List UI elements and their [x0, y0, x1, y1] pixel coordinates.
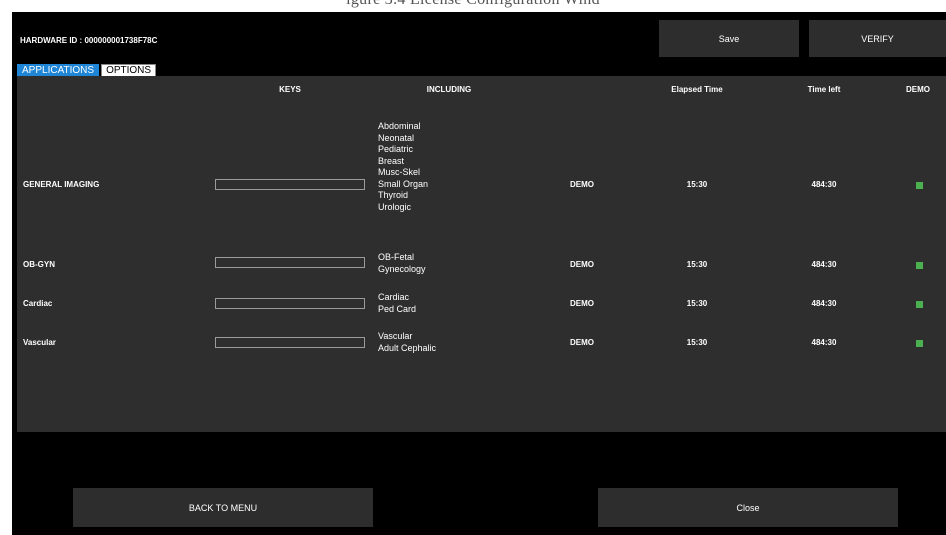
key-input-cardiac[interactable]	[215, 298, 365, 309]
elapsed-time-ob-gyn: 15:30	[686, 260, 708, 269]
column-header-elapsed-time: Elapsed Time	[671, 85, 723, 94]
key-input-vascular[interactable]	[215, 337, 365, 348]
status-vascular: DEMO	[570, 338, 594, 347]
including-item: Neonatal	[378, 132, 415, 143]
time-left-vascular: 484:30	[811, 338, 837, 347]
tab-bar: APPLICATIONS OPTIONS	[17, 64, 158, 76]
including-item: Urologic	[378, 201, 412, 212]
figure-caption: igure 3.4 License Configuration Wind	[0, 0, 946, 12]
including-list-ob-gyn: OB-Fetal Gynecology	[378, 252, 426, 275]
elapsed-time-cardiac: 15:30	[686, 299, 708, 308]
including-list-vascular: Vascular Adult Cephalic	[378, 331, 436, 354]
key-input-ob-gyn[interactable]	[215, 257, 365, 268]
column-header-time-left: Time left	[807, 85, 841, 94]
back-to-menu-button[interactable]: BACK TO MENU	[73, 488, 373, 527]
time-left-general-imaging: 484:30	[811, 180, 837, 189]
status-ob-gyn: DEMO	[570, 260, 594, 269]
including-item: Gynecology	[378, 263, 426, 274]
including-item: Abdominal	[378, 121, 421, 131]
save-button[interactable]: Save	[659, 20, 799, 57]
status-general-imaging: DEMO	[570, 180, 594, 189]
applications-panel: KEYS INCLUDING Elapsed Time Time left DE…	[17, 76, 946, 432]
row-name-ob-gyn: OB-GYN	[23, 260, 55, 269]
including-item: Ped Card	[378, 303, 417, 314]
hardware-id-label: HARDWARE ID : 000000001738F78C	[20, 36, 158, 45]
including-item: Musc-Skel	[378, 167, 421, 177]
column-header-demo: DEMO	[906, 85, 930, 94]
column-header-including: INCLUDING	[426, 85, 472, 94]
license-configuration-window: HARDWARE ID : 000000001738F78C Save VERI…	[12, 12, 946, 535]
figure-caption-text: igure 3.4 License Configuration Wind	[0, 0, 946, 9]
including-item: OB-Fetal	[378, 252, 415, 262]
time-left-cardiac: 484:30	[811, 299, 837, 308]
status-cardiac: DEMO	[570, 299, 594, 308]
time-left-ob-gyn: 484:30	[811, 260, 837, 269]
row-name-general-imaging: GENERAL IMAGING	[23, 180, 100, 189]
row-name-vascular: Vascular	[23, 338, 56, 347]
including-item: Adult Cephalic	[378, 342, 437, 353]
tab-applications[interactable]: APPLICATIONS	[17, 64, 100, 76]
key-input-general-imaging[interactable]	[215, 179, 365, 190]
including-item: Cardiac	[378, 292, 410, 302]
close-button[interactable]: Close	[598, 488, 898, 527]
row-name-cardiac: Cardiac	[23, 299, 53, 308]
column-header-keys: KEYS	[279, 85, 301, 94]
including-item: Thyroid	[378, 190, 409, 200]
demo-indicator-general-imaging	[916, 182, 923, 189]
including-item: Small Organ	[378, 178, 429, 189]
including-item: Pediatric	[378, 144, 414, 154]
including-item: Breast	[378, 155, 405, 166]
demo-indicator-cardiac	[916, 301, 923, 308]
demo-indicator-ob-gyn	[916, 262, 923, 269]
elapsed-time-general-imaging: 15:30	[686, 180, 708, 189]
elapsed-time-vascular: 15:30	[686, 338, 708, 347]
demo-indicator-vascular	[916, 340, 923, 347]
tab-options[interactable]: OPTIONS	[101, 64, 157, 76]
including-list-cardiac: Cardiac Ped Card	[378, 292, 416, 315]
including-item: Vascular	[378, 331, 413, 341]
verify-button[interactable]: VERIFY	[809, 20, 946, 57]
including-list-general-imaging: Abdominal Neonatal Pediatric Breast Musc…	[378, 121, 428, 213]
